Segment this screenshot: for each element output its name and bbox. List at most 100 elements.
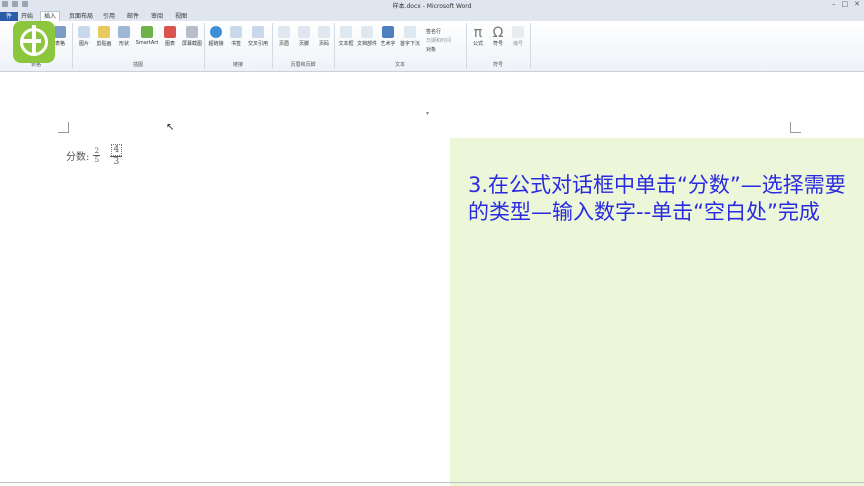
fraction-label: 分数: — [66, 152, 90, 163]
number-button[interactable]: 编号 — [508, 26, 528, 47]
symbol-label: 符号 — [492, 41, 503, 47]
pagenum-label: 页码 — [318, 41, 329, 47]
tab-review[interactable]: 审阅 — [148, 12, 166, 21]
bookmark-label: 书签 — [230, 41, 241, 47]
dropcap-label: 首字下沉 — [399, 41, 420, 47]
bookmark-button[interactable]: 书签 — [226, 26, 246, 47]
tab-view[interactable]: 视图 — [172, 12, 190, 21]
quickparts-label: 文档部件 — [356, 41, 377, 47]
header-label: 页眉 — [278, 41, 289, 47]
equation-label: 公式 — [472, 41, 483, 47]
quickparts-icon — [361, 26, 373, 38]
margin-corner-right — [790, 122, 801, 133]
group-label-illustrations: 插图 — [132, 62, 143, 68]
header-button[interactable]: 页眉 — [274, 26, 294, 47]
group-label-symbols: 符号 — [492, 62, 503, 68]
fraction-equation[interactable]: 分数: 2 5 4 3 — [66, 144, 123, 167]
fraction-two-fifths: 2 5 — [93, 147, 101, 164]
datetime-button[interactable]: 日期和时间 — [426, 37, 451, 44]
status-divider — [0, 482, 864, 483]
tab-insert[interactable]: 插入 — [40, 11, 61, 21]
textbox-button[interactable]: 文本框 — [336, 26, 356, 47]
close-button[interactable]: ✕ — [854, 0, 860, 8]
hyperlink-button[interactable]: 超链接 — [206, 26, 226, 47]
number-label: 编号 — [512, 41, 523, 47]
margin-corner-left — [58, 122, 69, 133]
pi-icon: π — [473, 25, 483, 41]
brand-logo — [13, 21, 55, 63]
footer-icon — [298, 26, 310, 38]
instruction-panel: 3.在公式对话框中单击“分数”—选择需要的类型—输入数字--单击“空白处”完成 — [450, 138, 864, 486]
number-icon — [512, 26, 524, 38]
dropcap-button[interactable]: 首字下沉 — [398, 26, 422, 47]
crossref-icon — [252, 26, 264, 38]
ribbon: 表格 表格 图片 剪贴画 形状 SmartArt 图表 屏幕截图 插图 超链接 … — [0, 21, 864, 72]
footer-label: 页脚 — [298, 41, 309, 47]
group-label-text: 文本 — [394, 62, 405, 68]
tab-home[interactable]: 开始 — [18, 12, 36, 21]
tab-page-layout[interactable]: 页面布局 — [66, 12, 96, 21]
textbox-icon — [340, 26, 352, 38]
symbol-button[interactable]: Ω 符号 — [488, 26, 508, 47]
wordart-button[interactable]: 艺术字 — [378, 26, 398, 47]
window-title: 样本.docx - Microsoft Word — [392, 3, 472, 10]
object-button[interactable]: 对象 — [426, 46, 436, 53]
group-label-links: 链接 — [232, 62, 243, 68]
fraction2-denominator[interactable]: 3 — [114, 157, 120, 167]
clipart-button[interactable]: 剪贴画 — [94, 26, 114, 47]
shapes-button[interactable]: 形状 — [114, 26, 134, 47]
pagenum-button[interactable]: 页码 — [314, 26, 334, 47]
picture-button[interactable]: 图片 — [74, 26, 94, 47]
tab-file[interactable]: 件 — [0, 12, 18, 21]
group-illustrations: 图片 剪贴画 形状 SmartArt 图表 屏幕截图 插图 — [72, 23, 205, 69]
group-symbols: π 公式 Ω 符号 编号 符号 — [466, 23, 531, 69]
quickparts-button[interactable]: 文档部件 — [356, 26, 378, 47]
group-links: 超链接 书签 交叉引用 链接 — [204, 23, 273, 69]
tab-references[interactable]: 引用 — [100, 12, 118, 21]
mouse-pointer-icon: ↖ — [166, 122, 175, 133]
omega-icon: Ω — [492, 25, 504, 41]
hyperlink-label: 超链接 — [208, 41, 224, 47]
header-icon — [278, 26, 290, 38]
crossref-label: 交叉引用 — [247, 41, 268, 47]
chart-button[interactable]: 图表 — [160, 26, 180, 47]
group-label-header-footer: 页眉和页脚 — [290, 62, 316, 68]
dropcap-icon — [404, 26, 416, 38]
fraction1-denominator: 5 — [94, 156, 100, 164]
wordart-icon — [382, 26, 394, 38]
page-number-icon — [318, 26, 330, 38]
screenshot-button[interactable]: 屏幕截图 — [180, 26, 204, 47]
screenshot-icon — [186, 26, 198, 38]
signature-line-button[interactable]: 签名行 — [426, 28, 441, 35]
crossref-button[interactable]: 交叉引用 — [246, 26, 270, 47]
shapes-label: 形状 — [118, 41, 129, 47]
chart-label: 图表 — [164, 41, 175, 47]
smartart-button[interactable]: SmartArt — [134, 26, 160, 46]
textbox-label: 文本框 — [338, 41, 354, 47]
fraction1-numerator: 2 — [94, 147, 100, 155]
tab-mailings[interactable]: 邮件 — [124, 12, 142, 21]
group-header-footer: 页眉 页脚 页码 页眉和页脚 — [272, 23, 335, 69]
smartart-icon — [141, 26, 153, 38]
maximize-button[interactable]: □ — [842, 0, 849, 8]
title-bar: 样本.docx - Microsoft Word – □ ✕ — [0, 0, 864, 11]
picture-label: 图片 — [78, 41, 89, 47]
minimize-button[interactable]: – — [832, 0, 836, 8]
bookmark-icon — [230, 26, 242, 38]
ribbon-tabs: 件 开始 插入 页面布局 引用 邮件 审阅 视图 — [0, 11, 864, 21]
fraction-four-thirds[interactable]: 4 3 — [110, 144, 123, 167]
picture-icon — [78, 26, 90, 38]
instruction-text: 3.在公式对话框中单击“分数”—选择需要的类型—输入数字--单击“空白处”完成 — [468, 173, 846, 224]
clipart-label: 剪贴画 — [96, 41, 112, 47]
chart-icon — [164, 26, 176, 38]
table-icon — [54, 26, 66, 38]
equation-button[interactable]: π 公式 — [468, 26, 488, 47]
screenshot-label: 屏幕截图 — [181, 41, 202, 47]
fraction2-numerator[interactable]: 4 — [110, 144, 123, 156]
shapes-icon — [118, 26, 130, 38]
window-controls: – □ ✕ — [832, 0, 860, 8]
footer-button[interactable]: 页脚 — [294, 26, 314, 47]
clipart-icon — [98, 26, 110, 38]
table-label: 表格 — [54, 41, 65, 47]
smartart-label: SmartArt — [135, 40, 159, 46]
